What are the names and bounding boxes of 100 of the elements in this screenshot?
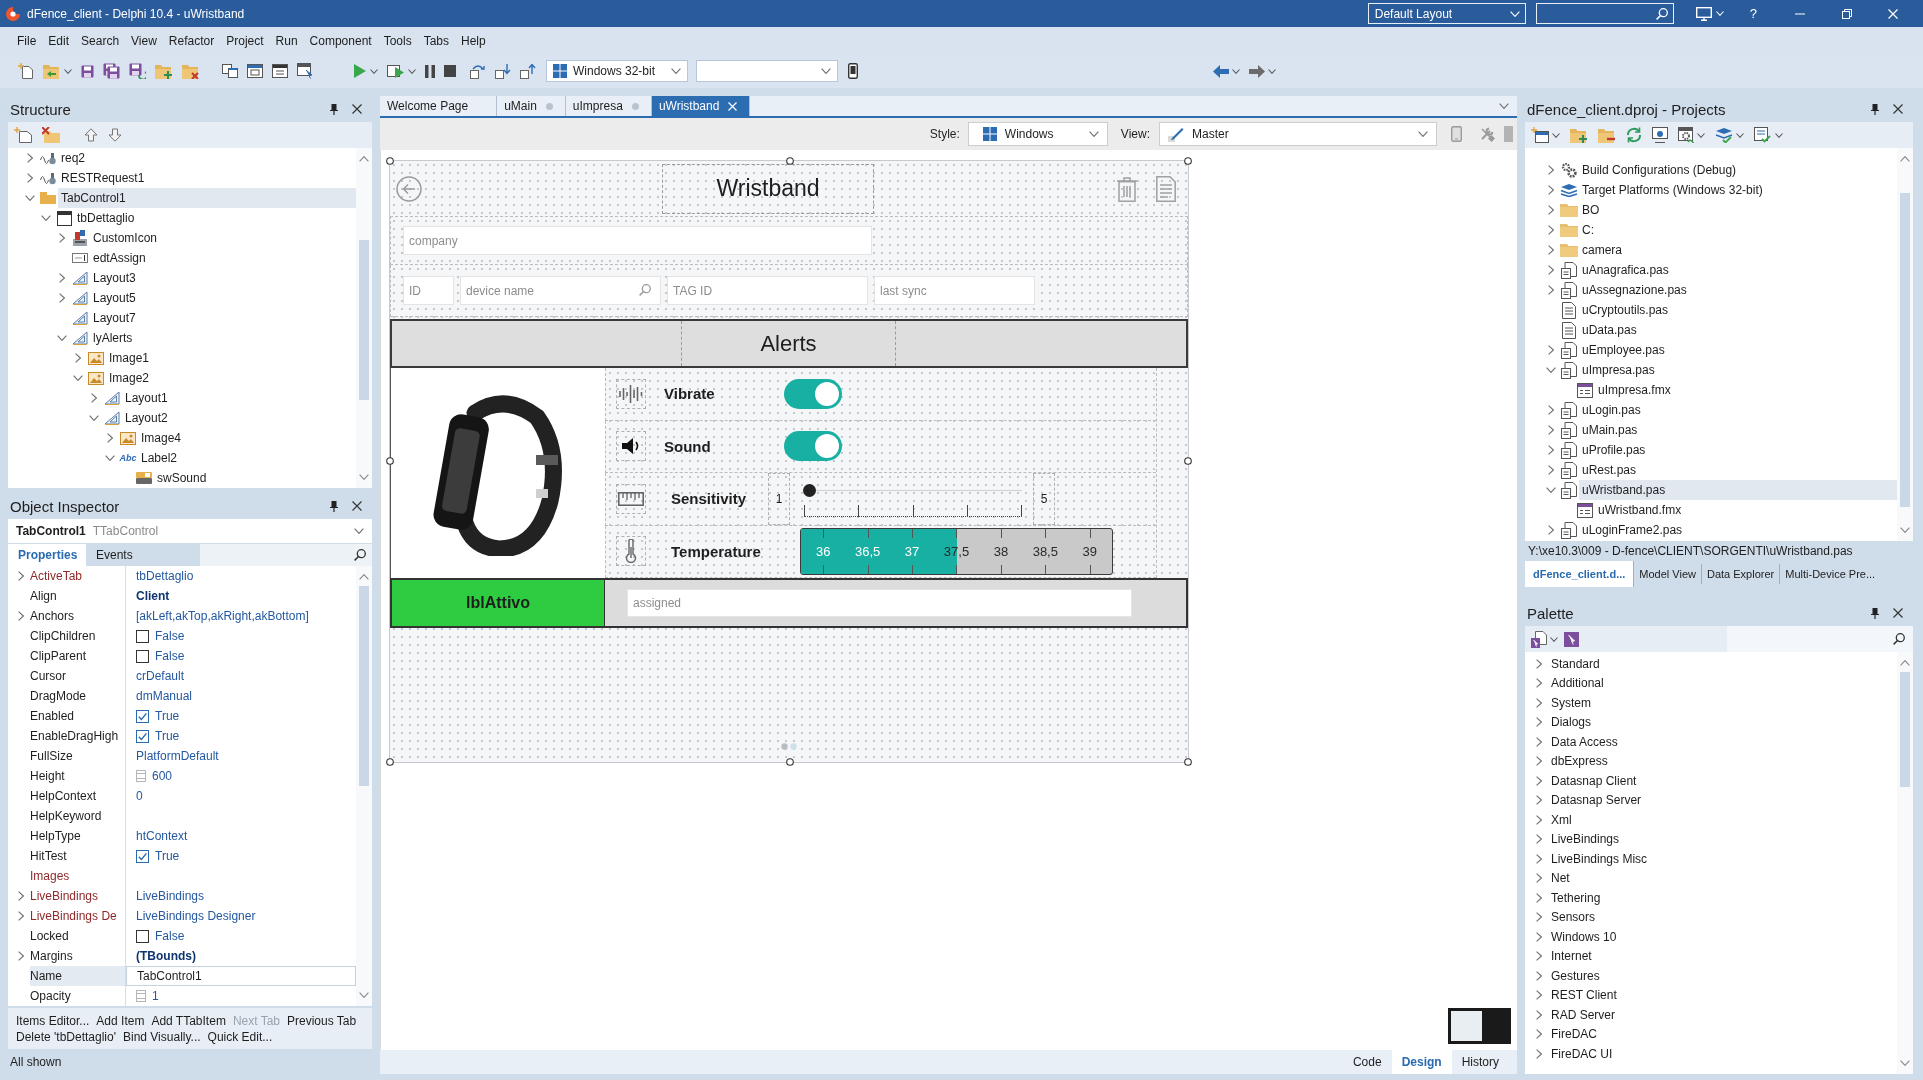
tree-item[interactable]: uImpresa.pas bbox=[1579, 360, 1658, 380]
palette-category[interactable]: Additional bbox=[1551, 676, 1604, 691]
property-name[interactable]: FullSize bbox=[30, 746, 75, 766]
collapse-chevron-icon[interactable] bbox=[1546, 367, 1556, 373]
windows-pair-icon[interactable] bbox=[222, 64, 238, 78]
menu-item[interactable]: File bbox=[11, 31, 43, 50]
layout-dropdown[interactable]: Default Layout bbox=[1367, 3, 1526, 24]
action-link[interactable]: Quick Edit... bbox=[207, 1030, 273, 1044]
expand-chevron-icon[interactable] bbox=[1548, 165, 1554, 175]
expand-chevron-icon[interactable] bbox=[1548, 405, 1554, 415]
window-sparkle-icon[interactable] bbox=[1531, 127, 1549, 143]
slider-thumb[interactable] bbox=[803, 483, 816, 497]
restore-icon[interactable] bbox=[1842, 8, 1852, 19]
property-name[interactable]: HelpKeyword bbox=[30, 806, 104, 826]
folder-minus-icon[interactable] bbox=[1598, 127, 1616, 143]
editor-tab[interactable]: uImpresa bbox=[565, 96, 652, 116]
layers-check-icon[interactable] bbox=[1715, 127, 1733, 143]
resize-handle-icon[interactable] bbox=[386, 457, 394, 465]
property-name[interactable]: ClipParent bbox=[30, 646, 89, 666]
menu-item[interactable]: Refactor bbox=[162, 31, 221, 50]
tree-item[interactable]: uRest.pas bbox=[1579, 460, 1640, 480]
phone-icon[interactable] bbox=[848, 63, 858, 79]
expand-chevron-icon[interactable] bbox=[27, 153, 33, 163]
pin-icon[interactable] bbox=[1871, 607, 1879, 619]
folder-x-icon[interactable] bbox=[42, 127, 60, 143]
expand-chevron-icon[interactable] bbox=[1548, 225, 1554, 235]
palette-category[interactable]: RAD Server bbox=[1551, 1007, 1615, 1022]
checkbox[interactable] bbox=[136, 849, 149, 863]
search-icon[interactable] bbox=[354, 549, 366, 561]
tree-item[interactable]: req2 bbox=[58, 148, 89, 168]
property-name[interactable]: ClipChildren bbox=[30, 626, 98, 646]
expand-chevron-icon[interactable] bbox=[1536, 1009, 1542, 1020]
property-name[interactable]: EnableDragHigh bbox=[30, 726, 121, 746]
expand-chevron-icon[interactable] bbox=[107, 433, 113, 443]
palette-category[interactable]: Gestures bbox=[1551, 968, 1600, 983]
inspector-tab[interactable]: Properties bbox=[8, 544, 86, 566]
expand-chevron-icon[interactable] bbox=[1548, 245, 1554, 255]
property-name[interactable]: Opacity bbox=[30, 986, 73, 1006]
help-button[interactable]: ? bbox=[1749, 6, 1757, 21]
tree-item[interactable]: BO bbox=[1579, 200, 1603, 220]
collapse-chevron-icon[interactable] bbox=[25, 195, 35, 201]
scroll-down-icon[interactable] bbox=[1900, 1060, 1910, 1066]
close-icon[interactable] bbox=[1893, 104, 1903, 114]
resize-handle-icon[interactable] bbox=[786, 758, 794, 766]
expand-chevron-icon[interactable] bbox=[1536, 834, 1542, 845]
expand-chevron-icon[interactable] bbox=[1536, 658, 1542, 669]
checkbox[interactable] bbox=[136, 709, 149, 723]
scrollbar-thumb[interactable] bbox=[359, 240, 369, 400]
tree-item[interactable]: CustomIcon bbox=[90, 228, 161, 248]
tree-item[interactable]: camera bbox=[1579, 240, 1625, 260]
scrollbar[interactable] bbox=[1897, 148, 1913, 541]
tree-item[interactable]: uWristband.fmx bbox=[1595, 500, 1685, 520]
action-link[interactable]: Add TTabItem bbox=[151, 1014, 226, 1028]
collapse-chevron-icon[interactable] bbox=[105, 455, 115, 461]
panel-tab[interactable]: Multi-Device Pre... bbox=[1780, 564, 1881, 584]
input-field[interactable]: ID bbox=[403, 276, 454, 305]
expand-chevron-icon[interactable] bbox=[1548, 345, 1554, 355]
scrollbar[interactable] bbox=[356, 566, 372, 1006]
document-icon[interactable] bbox=[1156, 175, 1176, 202]
property-name[interactable]: ActiveTab bbox=[30, 566, 85, 586]
palette-category[interactable]: Xml bbox=[1551, 812, 1572, 827]
palette-category[interactable]: FireDAC UI bbox=[1551, 1046, 1613, 1061]
close-icon[interactable] bbox=[1893, 608, 1903, 618]
resize-handle-icon[interactable] bbox=[786, 157, 794, 165]
tree-item[interactable]: lyAlerts bbox=[90, 328, 136, 348]
scroll-down-icon[interactable] bbox=[1900, 527, 1910, 533]
menu-item[interactable]: Project bbox=[220, 31, 270, 50]
collapse-chevron-icon[interactable] bbox=[41, 215, 51, 221]
property-name[interactable]: HitTest bbox=[30, 846, 69, 866]
step-into-icon[interactable] bbox=[495, 63, 511, 79]
close-icon[interactable] bbox=[352, 104, 362, 114]
property-edit-field[interactable]: TabControl1 bbox=[126, 966, 356, 986]
pin-icon[interactable] bbox=[330, 500, 338, 512]
scroll-up-icon[interactable] bbox=[359, 574, 369, 580]
expand-chevron-icon[interactable] bbox=[1548, 525, 1554, 535]
component-selector[interactable]: TabControl1 TTabControl bbox=[8, 519, 372, 543]
expand-chevron-icon[interactable] bbox=[18, 571, 24, 581]
chevron-down-icon[interactable] bbox=[671, 68, 681, 74]
tree-item[interactable]: swSound bbox=[154, 468, 210, 488]
caret-icon[interactable] bbox=[1552, 132, 1560, 138]
monitor-icon[interactable] bbox=[1695, 6, 1712, 21]
tree-item[interactable]: Layout3 bbox=[90, 268, 139, 288]
resize-handle-icon[interactable] bbox=[386, 758, 394, 766]
folder-open-icon[interactable] bbox=[43, 63, 61, 79]
pin-icon[interactable] bbox=[330, 103, 338, 115]
tree-item[interactable]: uAnagrafica.pas bbox=[1579, 260, 1672, 280]
tree-item[interactable]: uWristband.pas bbox=[1579, 480, 1897, 500]
expand-chevron-icon[interactable] bbox=[1536, 873, 1542, 884]
action-link[interactable]: Bind Visually... bbox=[123, 1030, 201, 1044]
menu-item[interactable]: Tools bbox=[377, 31, 418, 50]
search-icon[interactable] bbox=[1655, 7, 1668, 20]
expand-chevron-icon[interactable] bbox=[1536, 814, 1542, 825]
menu-item[interactable]: Tabs bbox=[417, 31, 455, 50]
editor-tab[interactable]: uMain bbox=[497, 96, 566, 116]
style-dropdown[interactable]: Windows bbox=[967, 122, 1108, 146]
folder-plus-icon[interactable] bbox=[1570, 127, 1588, 143]
action-link[interactable]: Previous Tab bbox=[287, 1014, 357, 1028]
tree-item[interactable]: Image1 bbox=[106, 348, 153, 368]
tree-item[interactable]: uCryptoutils.pas bbox=[1579, 300, 1672, 320]
panel-tab[interactable]: Model View bbox=[1634, 564, 1702, 584]
